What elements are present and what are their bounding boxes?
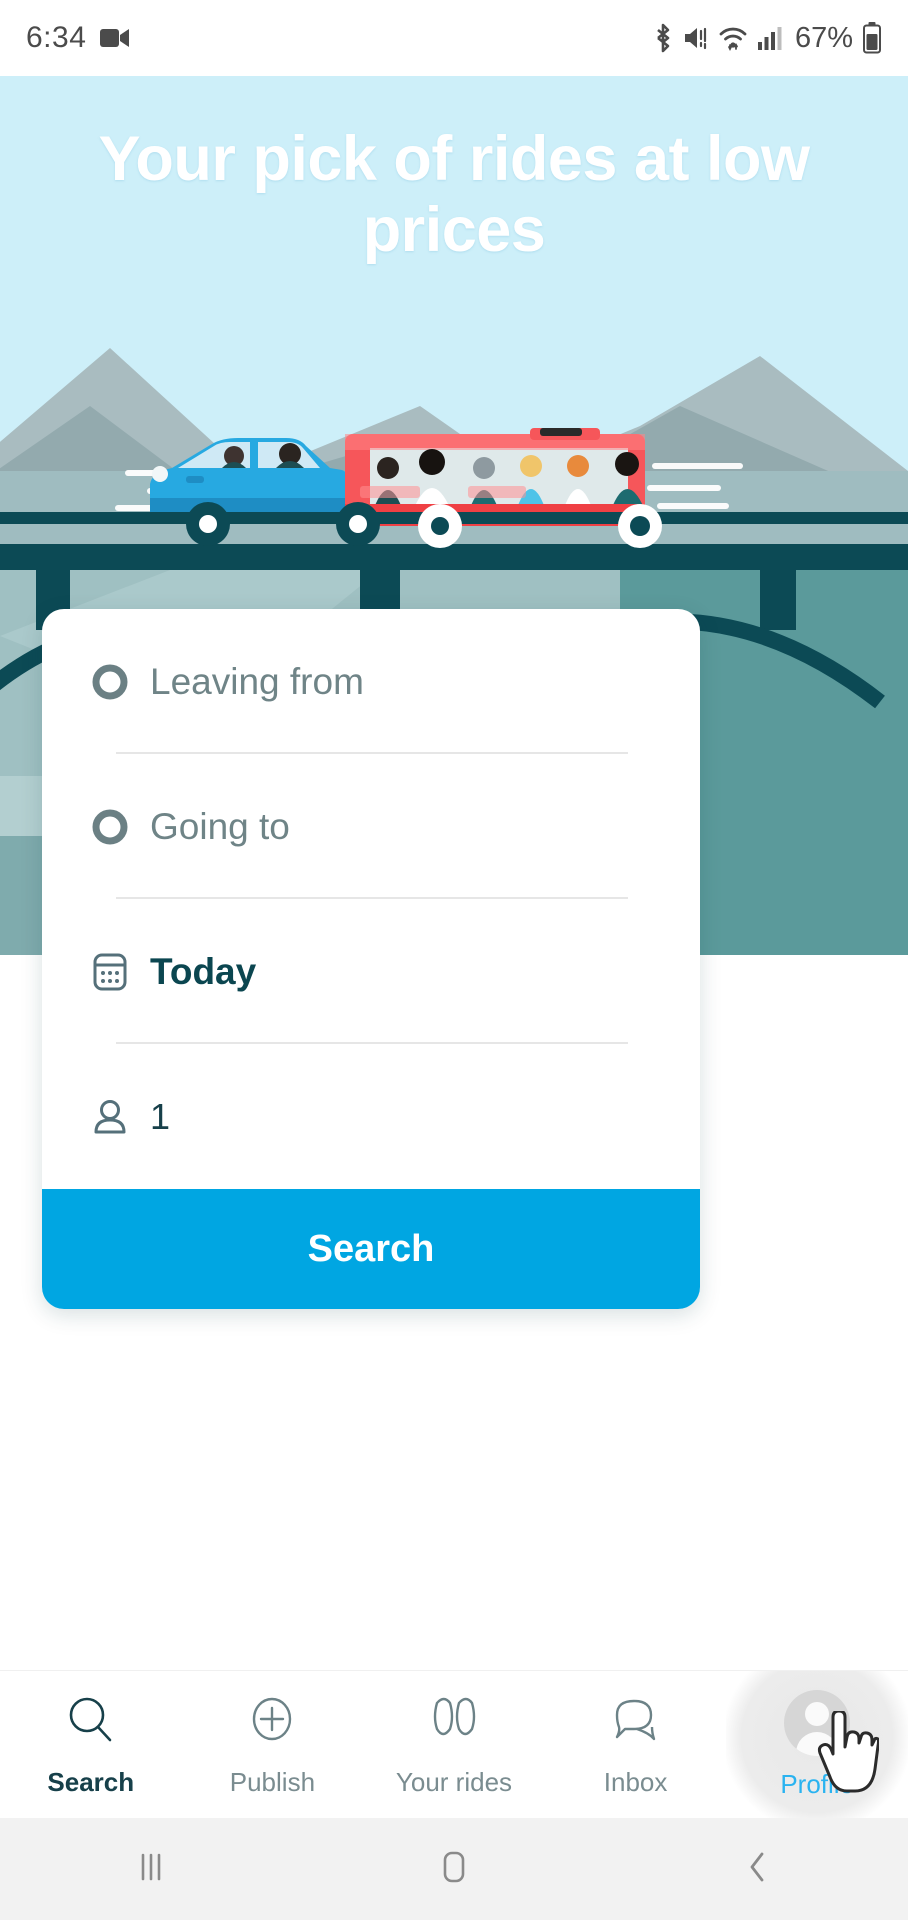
battery-icon bbox=[862, 22, 882, 54]
bottom-navigation-bar: Search Publish Your rides Inbox Profile bbox=[0, 1670, 908, 1818]
search-button[interactable]: Search bbox=[42, 1189, 700, 1309]
system-navigation-bar bbox=[0, 1818, 908, 1920]
back-icon bbox=[739, 1846, 775, 1893]
chat-bubble-icon bbox=[607, 1691, 665, 1754]
circle-outline-icon bbox=[90, 807, 150, 847]
nav-item-inbox[interactable]: Inbox bbox=[545, 1671, 727, 1818]
home-button[interactable] bbox=[303, 1846, 606, 1893]
hero-headline: Your pick of rides at low prices bbox=[98, 124, 810, 266]
avatar-icon bbox=[784, 1689, 851, 1756]
calendar-icon bbox=[90, 951, 150, 993]
status-bar-left: 6:34 bbox=[26, 21, 130, 55]
date-field[interactable]: Today bbox=[42, 899, 700, 1044]
going-to-field[interactable]: Going to bbox=[42, 754, 700, 899]
wifi-icon bbox=[718, 24, 748, 52]
person-icon bbox=[90, 1096, 150, 1138]
nav-label-inbox: Inbox bbox=[603, 1767, 668, 1797]
nav-item-search[interactable]: Search bbox=[0, 1671, 182, 1818]
status-bar-clock: 6:34 bbox=[26, 21, 87, 54]
home-icon bbox=[434, 1846, 474, 1893]
recents-button[interactable] bbox=[0, 1847, 303, 1892]
bluetooth-icon bbox=[652, 23, 674, 53]
leaving-from-placeholder: Leaving from bbox=[150, 660, 364, 702]
circle-outline-icon bbox=[90, 662, 150, 702]
passengers-field[interactable]: 1 bbox=[42, 1044, 700, 1189]
status-bar: 6:34 67% bbox=[0, 0, 908, 76]
mute-icon bbox=[683, 24, 709, 52]
nav-item-profile[interactable]: Profile bbox=[726, 1671, 908, 1818]
status-bar-right: 67% bbox=[652, 22, 882, 55]
nav-label-profile: Profile bbox=[780, 1768, 855, 1799]
going-to-placeholder: Going to bbox=[150, 805, 290, 847]
date-value: Today bbox=[150, 950, 257, 992]
passengers-count: 1 bbox=[150, 1095, 171, 1137]
rides-icon bbox=[423, 1691, 485, 1754]
battery-percent-label: 67% bbox=[794, 21, 853, 54]
nav-label-your-rides: Your rides bbox=[395, 1767, 513, 1797]
search-card: Leaving from Going to Today 1 Search bbox=[42, 609, 700, 1309]
magnifier-icon bbox=[62, 1691, 120, 1754]
video-camera-icon bbox=[100, 27, 130, 49]
recents-icon bbox=[133, 1847, 169, 1892]
nav-item-your-rides[interactable]: Your rides bbox=[363, 1671, 545, 1818]
cellular-signal-icon bbox=[757, 25, 783, 51]
plus-circle-icon bbox=[243, 1691, 301, 1754]
leaving-from-field[interactable]: Leaving from bbox=[42, 609, 700, 754]
back-button[interactable] bbox=[605, 1846, 908, 1893]
nav-label-publish: Publish bbox=[229, 1767, 316, 1797]
nav-label-search: Search bbox=[47, 1767, 135, 1797]
red-bus bbox=[345, 428, 645, 526]
nav-item-publish[interactable]: Publish bbox=[182, 1671, 364, 1818]
